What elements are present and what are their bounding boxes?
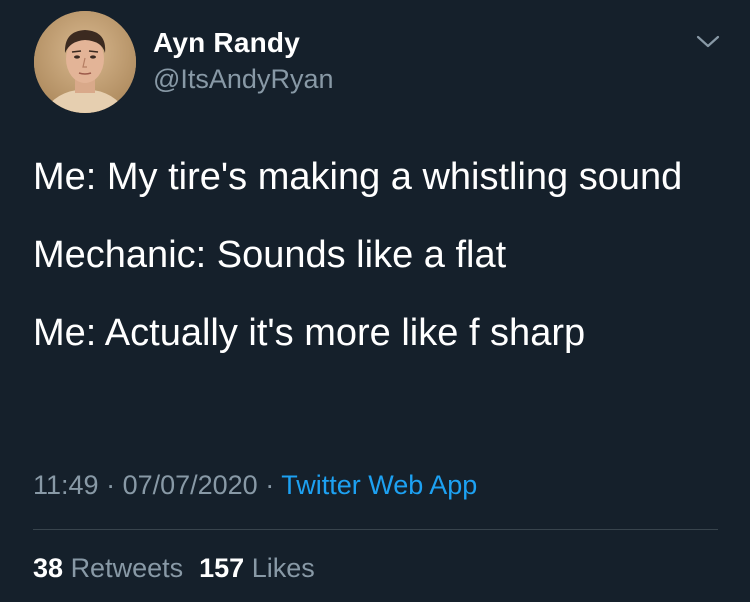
meta-separator: · (257, 470, 282, 500)
tweet-meta: 11:49 · 07/07/2020 · Twitter Web App (33, 470, 477, 501)
tweet-paragraph: Mechanic: Sounds like a flat (33, 234, 507, 276)
tweet-time[interactable]: 11:49 (33, 470, 99, 500)
avatar-portrait-icon (34, 11, 136, 113)
avatar[interactable] (34, 11, 136, 113)
retweets-count: 38 (33, 553, 64, 583)
tweet-stats: 38 Retweets 157 Likes (33, 553, 315, 584)
author-handle[interactable]: @ItsAndyRyan (153, 64, 333, 95)
likes-stat[interactable]: 157 Likes (199, 553, 315, 583)
divider (33, 529, 718, 530)
tweet-paragraph: Me: Actually it's more like f sharp (33, 312, 586, 354)
retweets-stat[interactable]: 38 Retweets (33, 553, 183, 583)
meta-separator: · (98, 470, 123, 500)
tweet-paragraph: Me: My tire's making a whistling sound (33, 156, 683, 198)
author-display-name[interactable]: Ayn Randy (153, 27, 300, 59)
tweet-text: Me: My tire's making a whistling sound M… (33, 145, 723, 379)
tweet-card: Ayn Randy @ItsAndyRyan Me: My tire's mak… (0, 0, 750, 602)
tweet-source-link[interactable]: Twitter Web App (281, 470, 477, 500)
tweet-date[interactable]: 07/07/2020 (123, 470, 258, 500)
retweets-label: Retweets (70, 553, 184, 583)
likes-count: 157 (199, 553, 245, 583)
likes-label: Likes (251, 553, 315, 583)
chevron-down-icon[interactable] (694, 30, 722, 52)
